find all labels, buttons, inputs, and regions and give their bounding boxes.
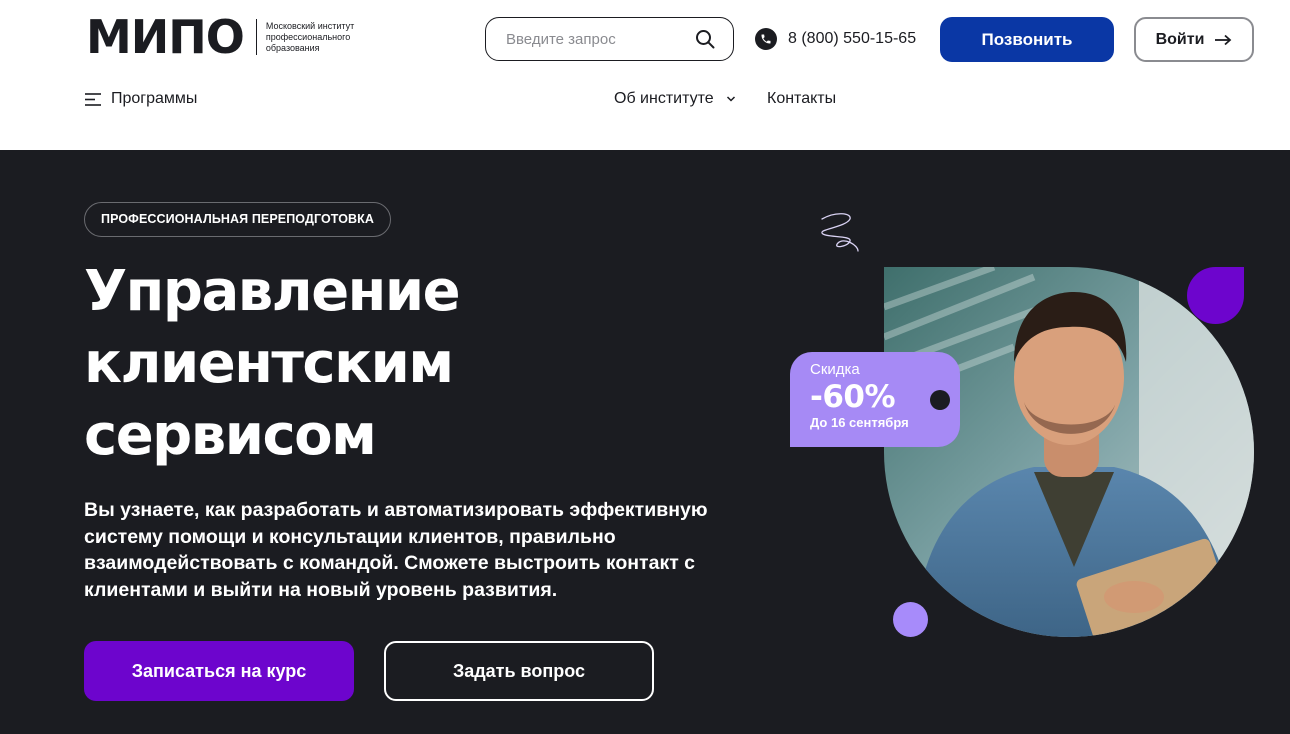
search-box [485, 17, 734, 61]
nav-programs-label: Программы [111, 90, 198, 107]
squiggle-decoration [821, 213, 859, 252]
logo-subtitle: Московский институт профессионального об… [265, 20, 355, 53]
login-button-label: Войти [1155, 30, 1205, 48]
chevron-down-icon [726, 96, 735, 102]
title-line-2: клиентским [84, 331, 454, 396]
call-button[interactable]: Позвонить [940, 17, 1114, 62]
logo[interactable]: МИПО Московский институт профессионально… [86, 14, 378, 60]
hero-section: ПРОФЕССИОНАЛЬНАЯ ПЕРЕПОДГОТОВКА Управлен… [0, 150, 1290, 734]
discount-badge: Скидка -60% До 16 сентября [790, 352, 960, 447]
search-input[interactable] [506, 18, 686, 60]
course-description: Вы узнаете, как разработать и автоматизи… [84, 499, 708, 601]
nav-about[interactable]: Об институте [614, 90, 736, 108]
title-line-1: Управление [84, 259, 461, 324]
menu-icon [85, 92, 101, 106]
program-type-badge: ПРОФЕССИОНАЛЬНАЯ ПЕРЕПОДГОТОВКА [84, 202, 392, 237]
phone-link[interactable]: 8 (800) 550-15-65 [755, 28, 916, 50]
phone-icon [755, 28, 777, 50]
page-title: Управление клиентским сервисом [84, 256, 604, 472]
site-header: МИПО Московский институт профессионально… [0, 0, 1290, 150]
title-line-3: сервисом [84, 403, 377, 468]
dot-decoration [930, 390, 950, 410]
lilac-dot-decoration [893, 602, 928, 637]
nav-programs[interactable]: Программы [85, 90, 197, 108]
login-button[interactable]: Войти [1134, 17, 1254, 62]
search-icon[interactable] [695, 29, 715, 49]
discount-until: До 16 сентября [810, 415, 909, 430]
student-photo [884, 267, 1254, 637]
logo-wordmark: МИПО [86, 10, 245, 64]
purple-circle-decoration [1187, 267, 1244, 324]
ask-question-button[interactable]: Задать вопрос [384, 641, 654, 701]
nav-about-label: Об институте [614, 90, 714, 107]
phone-number: 8 (800) 550-15-65 [788, 30, 917, 47]
arrow-right-icon [1215, 34, 1232, 45]
nav-contacts[interactable]: Контакты [767, 90, 836, 108]
discount-label: Скидка [810, 361, 860, 378]
logo-divider [255, 19, 257, 55]
enroll-button[interactable]: Записаться на курс [84, 641, 354, 701]
